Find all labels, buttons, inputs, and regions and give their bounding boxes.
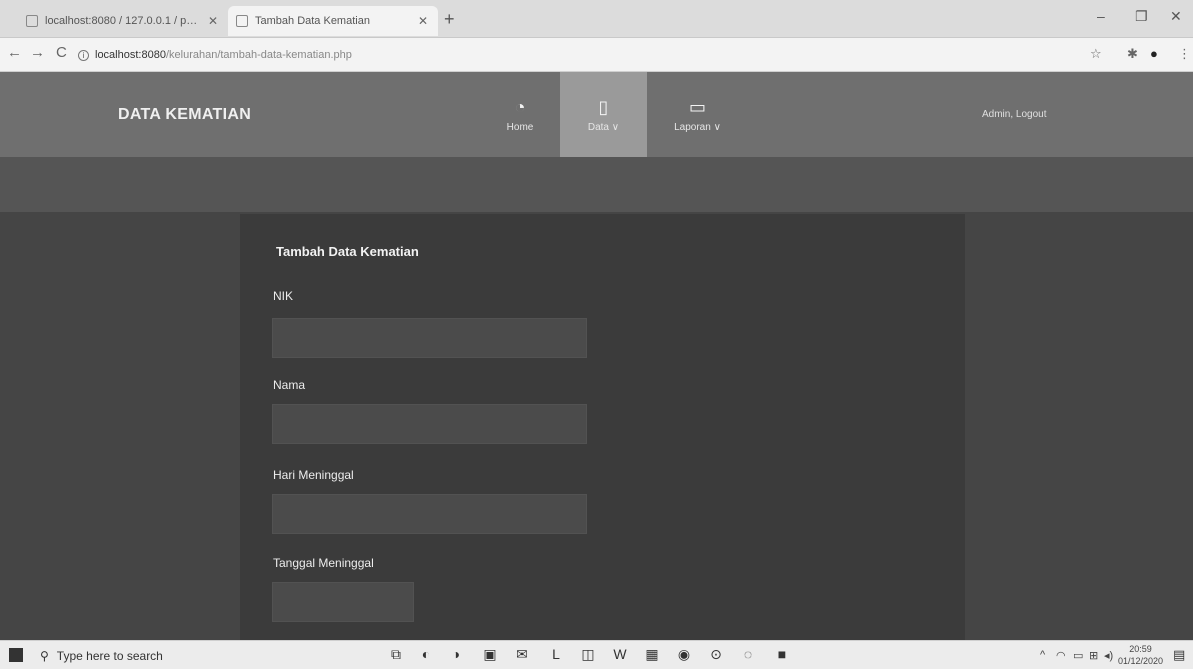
browser-menu-icon[interactable]: ⋮ bbox=[1178, 46, 1191, 62]
tab-close-icon[interactable]: ✕ bbox=[208, 14, 218, 28]
monitor-icon: ▭ bbox=[688, 96, 706, 117]
url-field[interactable]: i localhost:8080 /kelurahan/tambah-data-… bbox=[78, 44, 1078, 66]
browser-app-icon[interactable]: ◐ bbox=[416, 646, 436, 662]
taskbar-search[interactable]: ⚲ Type here to search bbox=[40, 644, 300, 667]
taskbar-clock[interactable]: 20:59 01/12/2020 bbox=[1118, 643, 1163, 667]
task-view-icon[interactable]: ⧉ bbox=[386, 646, 406, 663]
header-band bbox=[0, 157, 1193, 212]
browser-tab-strip: localhost:8080 / 127.0.0.1 / pd_u ✕ Tamb… bbox=[0, 0, 1193, 38]
app-icon[interactable]: ▦ bbox=[642, 646, 662, 663]
extension-icon[interactable]: ✱ bbox=[1127, 46, 1138, 62]
store-icon[interactable]: ▣ bbox=[480, 646, 500, 663]
url-host: localhost:8080 bbox=[95, 49, 166, 61]
nav-item-label: Laporan ∨ bbox=[674, 121, 721, 133]
app-icon[interactable]: ⊙ bbox=[706, 646, 726, 663]
hari-meninggal-field[interactable] bbox=[272, 494, 587, 534]
tray-network-icon[interactable]: ◠ bbox=[1056, 649, 1066, 662]
nav-item-laporan[interactable]: ▭ Laporan ∨ bbox=[655, 72, 740, 157]
tanggal-meninggal-field[interactable] bbox=[272, 582, 414, 622]
reload-icon[interactable]: C bbox=[56, 44, 67, 61]
hari-meninggal-label: Hari Meninggal bbox=[273, 468, 354, 482]
search-icon: ⚲ bbox=[40, 648, 49, 663]
close-icon[interactable]: ✕ bbox=[1170, 8, 1182, 25]
top-navbar: DATA KEMATIAN ◔ Home ▯ Data ∨ ▭ Laporan … bbox=[0, 72, 1193, 157]
clock-date: 01/12/2020 bbox=[1118, 656, 1164, 666]
new-tab-icon[interactable]: + bbox=[444, 9, 455, 30]
favicon-icon bbox=[236, 15, 248, 27]
tab-phpmyadmin[interactable]: localhost:8080 / 127.0.0.1 / pd_u ✕ bbox=[18, 6, 228, 36]
favicon-icon bbox=[26, 15, 38, 27]
tray-display-icon[interactable]: ▭ bbox=[1073, 649, 1083, 662]
brand-title[interactable]: DATA KEMATIAN bbox=[118, 106, 251, 124]
url-path: /kelurahan/tambah-data-kematian.php bbox=[165, 49, 352, 61]
tray-language-icon[interactable]: ⊞ bbox=[1089, 649, 1098, 662]
info-icon[interactable]: i bbox=[78, 49, 89, 61]
nik-field[interactable] bbox=[272, 318, 587, 358]
nav-item-data[interactable]: ▯ Data ∨ bbox=[560, 72, 647, 157]
tray-chevron-icon[interactable]: ^ bbox=[1040, 649, 1045, 661]
nav-item-label: Data ∨ bbox=[587, 121, 620, 133]
forward-icon[interactable]: → bbox=[30, 44, 45, 61]
nik-label: NIK bbox=[273, 289, 294, 303]
bookmark-star-icon[interactable]: ☆ bbox=[1090, 46, 1102, 62]
notification-icon[interactable]: ▤ bbox=[1173, 647, 1185, 663]
search-placeholder: Type here to search bbox=[56, 648, 163, 663]
nama-label: Nama bbox=[273, 378, 306, 392]
form-card: Tambah Data Kematian NIK Nama Hari Menin… bbox=[240, 214, 965, 640]
sublime-icon[interactable]: ■ bbox=[772, 646, 792, 662]
nav-item-home[interactable]: ◔ Home bbox=[490, 72, 550, 157]
back-icon[interactable]: ← bbox=[7, 44, 22, 61]
volume-icon[interactable]: ◂) bbox=[1104, 649, 1113, 662]
tab-close-icon[interactable]: ✕ bbox=[418, 14, 428, 28]
form-title: Tambah Data Kematian bbox=[276, 244, 419, 259]
nav-item-label: Home bbox=[506, 121, 534, 133]
maximize-icon[interactable]: ❐ bbox=[1135, 8, 1148, 25]
chrome-icon[interactable]: ◉ bbox=[674, 646, 694, 663]
l-app-icon[interactable]: L bbox=[546, 646, 566, 662]
admin-logout-link[interactable]: Admin, Logout bbox=[982, 109, 1047, 120]
nama-field[interactable] bbox=[272, 404, 587, 444]
profile-icon[interactable]: ● bbox=[1150, 46, 1158, 61]
minimize-icon[interactable]: – bbox=[1097, 8, 1105, 24]
tab-label: Tambah Data Kematian bbox=[255, 15, 370, 27]
tab-label: localhost:8080 / 127.0.0.1 / pd_u bbox=[45, 15, 202, 27]
tab-tambah-data-kematian[interactable]: Tambah Data Kematian ✕ bbox=[228, 6, 438, 36]
taskbar: ⚲ Type here to search ⧉ ◐ ◑ ▣ ✉ L ◫ W ▦ … bbox=[0, 640, 1193, 669]
dashboard-icon: ◔ bbox=[514, 96, 526, 117]
tanggal-meninggal-label: Tanggal Meninggal bbox=[273, 556, 374, 570]
app-icon[interactable]: ◫ bbox=[578, 646, 598, 663]
page-content: DATA KEMATIAN ◔ Home ▯ Data ∨ ▭ Laporan … bbox=[0, 72, 1193, 640]
mail-icon[interactable]: ✉ bbox=[512, 646, 532, 663]
app-icon[interactable]: ◌ bbox=[738, 646, 758, 662]
word-icon[interactable]: W bbox=[610, 646, 630, 662]
app-icon[interactable]: ◑ bbox=[446, 646, 466, 662]
windows-start-icon[interactable] bbox=[9, 648, 23, 662]
clock-time: 20:59 bbox=[1129, 644, 1152, 654]
document-icon: ▯ bbox=[598, 96, 609, 117]
